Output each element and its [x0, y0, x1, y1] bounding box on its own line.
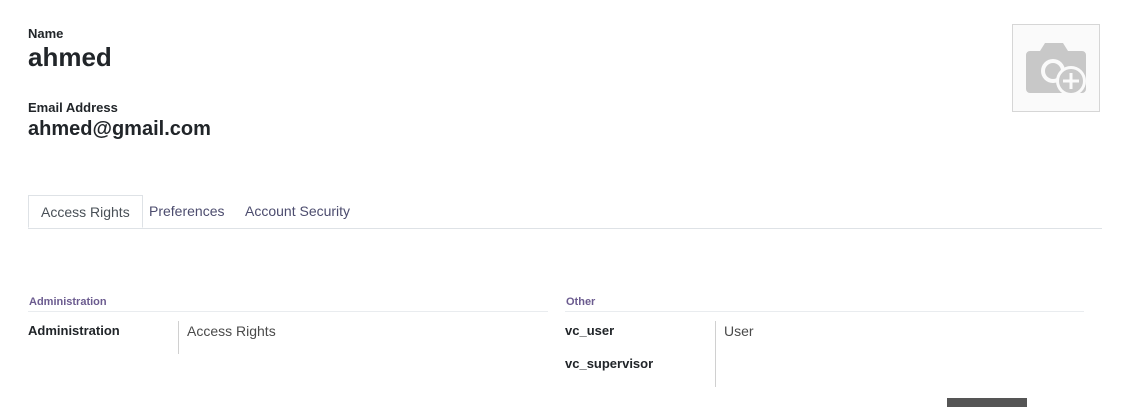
group-title-administration: Administration [29, 296, 107, 308]
user-form: Name ahmed Email Address ahmed@gmail.com… [0, 0, 1130, 407]
field-divider [178, 321, 179, 354]
row-label-vc-supervisor: vc_supervisor [565, 356, 654, 371]
administration-select[interactable]: Access Rights [187, 323, 276, 339]
vc-user-select[interactable]: User [724, 323, 754, 339]
group-separator [28, 311, 548, 312]
avatar-upload[interactable] [1012, 24, 1100, 112]
group-separator [565, 311, 1084, 312]
camera-plus-icon [1026, 43, 1086, 96]
group-title-other: Other [566, 296, 596, 308]
row-label-administration: Administration [28, 323, 120, 338]
tab-account-security[interactable]: Account Security [245, 195, 350, 227]
floating-panel-edge [947, 398, 1027, 407]
name-field[interactable]: ahmed [28, 42, 112, 73]
email-field[interactable]: ahmed@gmail.com [28, 118, 211, 141]
name-label: Name [28, 26, 64, 41]
field-divider [715, 321, 716, 387]
tab-access-rights[interactable]: Access Rights [28, 195, 143, 228]
tab-bar: Access Rights Preferences Account Securi… [28, 195, 1102, 229]
tab-preferences[interactable]: Preferences [149, 195, 224, 227]
email-label: Email Address [28, 100, 118, 115]
row-label-vc-user: vc_user [565, 323, 615, 338]
